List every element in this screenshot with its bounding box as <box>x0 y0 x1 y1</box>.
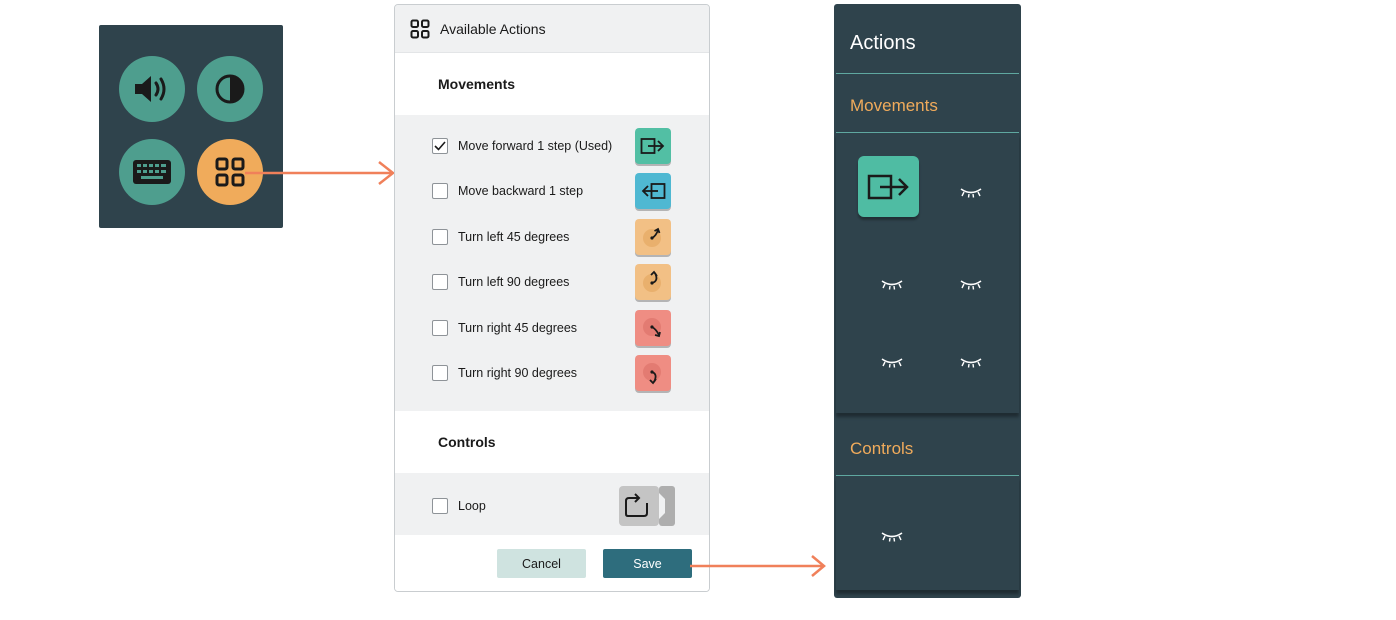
turn-left-90-icon <box>643 270 661 293</box>
dialog-title: Available Actions <box>440 20 546 37</box>
action-label: Turn left 90 degrees <box>458 275 570 290</box>
turn-left-90-tile[interactable] <box>635 264 671 301</box>
list-item[interactable]: Move backward 1 step <box>395 169 709 215</box>
divider <box>836 73 1019 74</box>
dialog-footer: Cancel Save <box>395 535 709 591</box>
turn-left-45-tile[interactable] <box>635 218 671 255</box>
list-item[interactable]: Turn left 90 degrees <box>395 260 709 306</box>
list-item[interactable]: Turn right 90 degrees <box>395 351 709 397</box>
hidden-eye-icon <box>881 280 903 290</box>
checkbox[interactable] <box>432 319 448 336</box>
keyboard-icon <box>133 160 171 184</box>
checkbox[interactable] <box>432 365 448 382</box>
move-forward-tile[interactable] <box>635 127 671 164</box>
flow-arrow-to-panel <box>690 555 826 577</box>
panel-title: Actions <box>850 32 916 54</box>
turn-right-90-tile[interactable] <box>635 355 671 392</box>
move-backward-tile[interactable] <box>635 173 671 210</box>
hidden-slot <box>954 274 988 294</box>
available-actions-dialog: Available Actions Movements Move forward… <box>394 4 710 592</box>
hidden-slot <box>875 352 909 372</box>
movements-heading: Movements <box>395 53 709 115</box>
list-item[interactable]: Loop <box>395 483 709 529</box>
list-item[interactable]: Turn left 45 degrees <box>395 214 709 260</box>
dialog-header: Available Actions <box>395 5 709 53</box>
controls-heading: Controls <box>395 411 709 473</box>
move-backward-icon <box>641 183 666 200</box>
hidden-eye-icon <box>960 358 982 368</box>
hidden-eye-icon <box>960 188 982 198</box>
contrast-button[interactable] <box>197 56 263 122</box>
controls-list: Loop <box>395 473 709 539</box>
keyboard-button[interactable] <box>119 139 185 205</box>
flow-arrow-to-dialog <box>245 161 396 185</box>
checkbox[interactable] <box>432 228 448 245</box>
loop-tile[interactable] <box>618 485 676 527</box>
hidden-slot <box>954 352 988 372</box>
save-button[interactable]: Save <box>603 549 692 578</box>
turn-left-45-icon <box>643 227 661 247</box>
action-label: Loop <box>458 498 486 513</box>
grid-icon <box>410 19 430 38</box>
action-label: Turn right 45 degrees <box>458 320 578 335</box>
controls-slots <box>836 476 1019 590</box>
list-item[interactable]: Turn right 45 degrees <box>395 305 709 351</box>
turn-right-45-tile[interactable] <box>635 309 671 346</box>
move-forward-icon <box>640 137 665 154</box>
loop-icon <box>619 486 675 526</box>
hidden-slot <box>875 526 909 546</box>
move-forward-icon <box>867 174 909 199</box>
sound-button[interactable] <box>119 56 185 122</box>
action-label: Move forward 1 step (Used) <box>458 138 613 153</box>
hidden-eye-icon <box>881 532 903 542</box>
move-forward-tile[interactable] <box>858 156 919 217</box>
checkbox[interactable] <box>432 274 448 291</box>
hidden-eye-icon <box>960 280 982 290</box>
cancel-button[interactable]: Cancel <box>497 549 586 578</box>
speaker-icon <box>135 76 166 102</box>
checkbox[interactable] <box>432 137 448 154</box>
list-item[interactable]: Move forward 1 step (Used) <box>395 123 709 169</box>
hidden-slot <box>954 182 988 202</box>
accessibility-toolbar <box>99 25 283 228</box>
contrast-icon <box>215 74 245 104</box>
action-label: Turn left 45 degrees <box>458 229 570 244</box>
grid-icon <box>215 157 245 187</box>
panel-controls-heading: Controls <box>850 439 914 458</box>
movements-list: Move forward 1 step (Used) Move backward… <box>395 115 709 411</box>
actions-panel: Actions Movements Controls <box>834 4 1021 598</box>
hidden-slot <box>875 274 909 294</box>
checkbox[interactable] <box>432 497 448 514</box>
turn-right-90-icon <box>643 363 661 385</box>
panel-movements-heading: Movements <box>850 96 938 115</box>
action-label: Move backward 1 step <box>458 184 584 199</box>
action-label: Turn right 90 degrees <box>458 366 578 381</box>
hidden-eye-icon <box>881 358 903 368</box>
turn-right-45-icon <box>643 317 661 337</box>
checkmark-icon <box>434 141 446 151</box>
checkbox[interactable] <box>432 183 448 200</box>
